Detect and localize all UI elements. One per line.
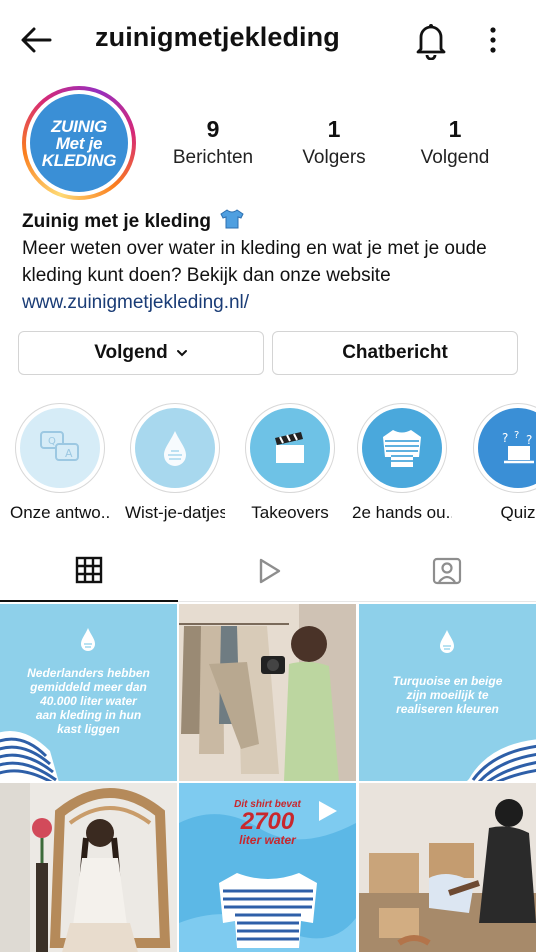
water-drop-icon: [164, 431, 186, 466]
chevron-down-icon: [176, 350, 187, 357]
highlight-onze-antwoorden[interactable]: A Q Onze antwo...: [10, 403, 110, 523]
tab-tagged[interactable]: [358, 540, 536, 602]
highlight-quiz[interactable]: ? ? ? Quiz: [468, 403, 536, 523]
stat-followers-number: 1: [327, 116, 341, 142]
tshirt-emoji-icon: [220, 209, 244, 229]
tab-grid[interactable]: [0, 540, 178, 602]
clapperboard-icon: [275, 432, 304, 463]
post-tile-1[interactable]: Nederlanders hebben gemiddeld meer dan 4…: [0, 604, 177, 781]
profile-tabs: [0, 540, 536, 602]
svg-text:A: A: [65, 447, 73, 460]
stat-posts[interactable]: 9 Berichten: [153, 115, 273, 169]
svg-text:Q: Q: [48, 436, 56, 447]
stat-followers-label: Volgers: [302, 147, 366, 168]
post-tile-5[interactable]: Dit shirt bevat 2700 liter water: [179, 783, 356, 952]
svg-text:?: ?: [514, 430, 519, 441]
stat-following-number: 1: [448, 116, 462, 142]
play-icon: [259, 558, 281, 584]
stat-followers[interactable]: 1 Volgers: [274, 115, 394, 169]
post-tile-4[interactable]: [0, 783, 177, 952]
water-drop-icon: [440, 630, 454, 653]
photo-woman-boxes: [359, 783, 536, 952]
highlight-label: Wist-je-datjes: [125, 503, 225, 522]
following-button-label: Volgend: [94, 342, 168, 363]
stat-posts-number: 9: [206, 116, 220, 142]
svg-text:?: ?: [526, 433, 532, 447]
highlight-takeovers[interactable]: Takeovers: [240, 403, 340, 523]
water-drop-icon: [81, 628, 95, 651]
highlight-label: Onze antwo...: [10, 503, 110, 522]
striped-sweater-graphic: [0, 731, 59, 781]
profile-username: zuinigmetjekleding: [95, 22, 340, 52]
stat-following-label: Volgend: [420, 147, 490, 168]
profile-bio: Zuinig met je kleding Meer weten over wa…: [22, 208, 522, 316]
following-button[interactable]: Volgend: [18, 331, 264, 375]
tagged-person-icon: [432, 557, 462, 585]
photo-clothing-rack: [179, 604, 356, 781]
message-button-label: Chatbericht: [342, 342, 448, 363]
bell-icon[interactable]: [412, 20, 450, 60]
striped-sweater-graphic: [467, 739, 536, 781]
photo-woman-chair: [0, 783, 177, 952]
top-bar: zuinigmetjekleding: [0, 0, 536, 80]
highlight-label: 2e hands ou...: [352, 503, 452, 522]
question-laptop-icon: ? ? ?: [502, 430, 534, 464]
highlight-label: Quiz: [500, 503, 536, 522]
stat-posts-label: Berichten: [172, 147, 254, 168]
striped-sweater-icon: [383, 430, 421, 467]
website-link[interactable]: www.zuinigmetjekleding.nl/: [22, 289, 522, 316]
highlight-wist-je-datjes[interactable]: Wist-je-datjes: [125, 403, 225, 523]
grid-icon: [75, 556, 103, 584]
more-vertical-icon[interactable]: [480, 22, 506, 58]
display-name: Zuinig met je kleding: [22, 211, 211, 232]
message-button[interactable]: Chatbericht: [272, 331, 518, 375]
tab-reels[interactable]: [179, 540, 357, 602]
post-tile-2[interactable]: [179, 604, 356, 781]
post-tile-6[interactable]: [359, 783, 536, 952]
chat-bubbles-icon: A Q: [40, 431, 79, 461]
bio-line-2: kleding kunt doen? Bekijk dan onze websi…: [22, 265, 391, 286]
stat-following[interactable]: 1 Volgend: [395, 115, 515, 169]
bio-line-1: Meer weten over water in kleding en wat …: [22, 238, 487, 259]
avatar-story-ring[interactable]: ZUINIG Met je KLEDING: [22, 86, 136, 200]
back-arrow-icon[interactable]: [18, 22, 54, 58]
post-tile-3[interactable]: Turquoise en beige zijn moeilijk te real…: [359, 604, 536, 781]
avatar: ZUINIG Met je KLEDING: [30, 94, 128, 192]
highlight-2e-hands[interactable]: 2e hands ou...: [352, 403, 452, 523]
svg-text:?: ?: [502, 431, 508, 445]
highlight-label: Takeovers: [251, 503, 329, 522]
